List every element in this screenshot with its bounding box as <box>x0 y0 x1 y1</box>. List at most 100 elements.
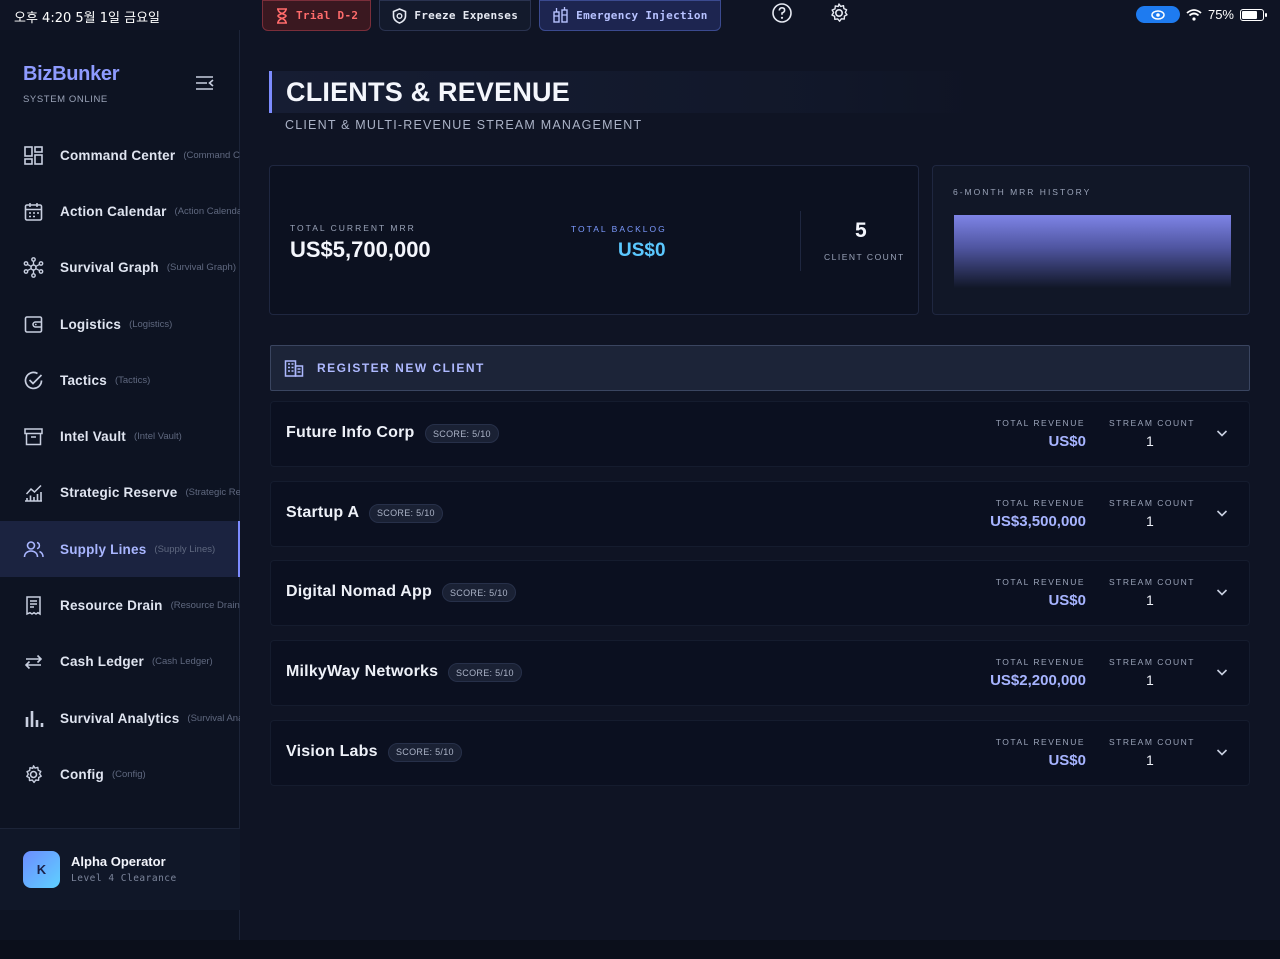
page-title-banner: CLIENTS & REVENUE <box>269 71 979 113</box>
building-icon <box>284 360 304 377</box>
emergency-label: Emergency Injection <box>576 9 708 22</box>
chevron-down-icon[interactable] <box>1215 426 1229 440</box>
chevron-down-icon[interactable] <box>1215 506 1229 520</box>
battery-percent: 75% <box>1207 7 1234 22</box>
client-row[interactable]: MilkyWay Networks SCORE: 5/10 TOTAL REVENU… <box>270 640 1250 707</box>
client-score-badge: SCORE: 5/10 <box>425 424 499 443</box>
sidebar-item-intel-vault[interactable]: Intel Vault (Intel Vault) <box>0 408 240 464</box>
sidebar-item-sublabel: (Config) <box>111 768 146 780</box>
stream-count-label: STREAM COUNT <box>1109 736 1195 747</box>
shield-icon <box>393 7 407 24</box>
stream-count-label: STREAM COUNT <box>1109 577 1195 588</box>
sidebar-item-label: Supply Lines <box>60 541 147 557</box>
mrr-history-area <box>954 215 1231 288</box>
chevron-down-icon[interactable] <box>1215 665 1229 679</box>
backlog-value: US$0 <box>618 240 666 261</box>
total-revenue-label: TOTAL REVENUE <box>995 418 1085 428</box>
sidebar-item-config[interactable]: Config (Config) <box>0 746 240 802</box>
client-list: Future Info Corp SCORE: 5/10 TOTAL REVENUE… <box>270 401 1250 799</box>
sidebar-item-cash-ledger[interactable]: Cash Ledger (Cash Ledger) <box>0 634 240 690</box>
sidebar-item-strategic-reserve[interactable]: Strategic Reserve (Strategic Reserve) <box>0 465 240 521</box>
total-revenue-value: US$3,500,000 <box>990 512 1086 530</box>
sidebar-item-sublabel: (Action Calendar) <box>174 205 240 217</box>
bar-chart-icon <box>25 710 44 727</box>
client-row[interactable]: Future Info Corp SCORE: 5/10 TOTAL REVENUE… <box>270 401 1250 467</box>
users-icon <box>23 540 44 557</box>
brand-logo[interactable]: BizBunker <box>23 63 120 86</box>
stat-divider <box>800 211 801 271</box>
total-revenue-value: US$0 <box>1048 592 1086 610</box>
sidebar-item-supply-lines[interactable]: Supply Lines (Supply Lines) <box>0 521 240 578</box>
wallet-icon <box>24 315 43 333</box>
sidebar-item-sublabel: (Logistics) <box>129 318 173 330</box>
register-label: REGISTER NEW CLIENT <box>317 361 485 375</box>
bottom-bar <box>0 940 1280 959</box>
freeze-expenses-button[interactable]: Freeze Expenses <box>379 0 532 31</box>
sidebar-item-label: Cash Ledger <box>60 654 144 670</box>
collapse-sidebar-icon[interactable] <box>195 75 215 91</box>
top-actions: Trial D-2 Freeze Expenses Emergency Inje… <box>262 0 721 31</box>
sidebar-item-label: Command Center <box>60 147 176 163</box>
sidebar-item-label: Config <box>60 766 104 782</box>
status-time: 오후 4:20 5월 1일 금요일 <box>14 11 160 26</box>
user-clearance: Level 4 Clearance <box>71 873 177 884</box>
emergency-injection-button[interactable]: Emergency Injection <box>539 0 721 31</box>
client-name: Startup A <box>286 503 360 521</box>
sidebar-item-sublabel: (Command Center) <box>183 149 240 161</box>
help-icon[interactable] <box>771 2 793 24</box>
system-status: SYSTEM ONLINE <box>23 94 108 105</box>
sidebar-item-label: Tactics <box>60 372 107 388</box>
client-row[interactable]: Vision Labs SCORE: 5/10 TOTAL REVENUE US$0 S… <box>270 719 1250 786</box>
mrr-label: TOTAL CURRENT MRR <box>290 223 416 233</box>
battery-icon <box>1240 8 1267 21</box>
sidebar-item-sublabel: (Supply Lines) <box>154 543 216 555</box>
chevron-down-icon[interactable] <box>1215 585 1229 599</box>
sidebar-item-sublabel: (Survival Graph) <box>166 262 237 274</box>
stream-count-value: 1 <box>1146 751 1154 768</box>
stream-count-label: STREAM COUNT <box>1109 657 1195 668</box>
sidebar-item-resource-drain[interactable]: Resource Drain (Resource Drain) <box>0 577 240 633</box>
freeze-label: Freeze Expenses <box>414 9 519 22</box>
client-score-badge: SCORE: 5/10 <box>448 663 522 683</box>
gear-icon <box>26 765 42 784</box>
sidebar-item-sublabel: (Intel Vault) <box>133 431 182 443</box>
sidebar-item-label: Strategic Reserve <box>60 485 178 501</box>
total-revenue-label: TOTAL REVENUE <box>995 736 1085 747</box>
chevron-down-icon[interactable] <box>1215 745 1229 759</box>
stream-count-value: 1 <box>1146 592 1154 609</box>
sidebar-item-label: Logistics <box>60 316 122 332</box>
client-name: Digital Nomad App <box>286 583 432 601</box>
client-row[interactable]: Startup A SCORE: 5/10 TOTAL REVENUE US$3,50… <box>270 480 1250 547</box>
receipt-icon <box>26 596 41 616</box>
sidebar-item-label: Resource Drain <box>60 598 163 614</box>
sidebar-item-sublabel: (Strategic Reserve) <box>185 487 240 499</box>
user-profile[interactable]: K Alpha Operator Level 4 Clearance <box>0 828 240 910</box>
total-revenue-value: US$2,200,000 <box>990 672 1086 690</box>
register-client-button[interactable]: REGISTER NEW CLIENT <box>270 345 1250 391</box>
chart-icon <box>25 485 42 503</box>
client-row[interactable]: Digital Nomad App SCORE: 5/10 TOTAL REVENU… <box>270 560 1250 627</box>
mrr-value: US$5,700,000 <box>290 237 431 262</box>
transfer-icon <box>24 655 43 670</box>
sidebar-item-logistics[interactable]: Logistics (Logistics) <box>0 296 240 352</box>
stream-count-value: 1 <box>1146 433 1154 449</box>
sidebar-item-sublabel: (Resource Drain) <box>170 600 240 612</box>
sidebar-item-label: Survival Graph <box>60 260 159 276</box>
client-count-value: 5 <box>855 219 867 242</box>
client-score-badge: SCORE: 5/10 <box>388 742 462 762</box>
trial-button[interactable]: Trial D-2 <box>262 0 372 31</box>
sidebar-item-command-center[interactable]: Command Center (Command Center) <box>0 127 240 183</box>
hourglass-icon <box>277 7 287 24</box>
mrr-history-card: 6-MONTH MRR HISTORY <box>932 165 1250 315</box>
user-name: Alpha Operator <box>71 854 166 869</box>
sidebar-item-sublabel: (Survival Analytics) <box>187 712 240 724</box>
sidebar-item-label: Intel Vault <box>60 429 126 445</box>
sidebar-item-survival-analytics[interactable]: Survival Analytics (Survival Analytics) <box>0 690 240 746</box>
sidebar-item-action-calendar[interactable]: Action Calendar (Action Calendar) <box>0 183 240 239</box>
sidebar-item-tactics[interactable]: Tactics (Tactics) <box>0 352 240 408</box>
sidebar-item-survival-graph[interactable]: Survival Graph (Survival Graph) <box>0 240 240 296</box>
total-revenue-value: US$0 <box>1048 751 1086 769</box>
client-name: MilkyWay Networks <box>286 663 439 681</box>
client-name: Vision Labs <box>286 742 378 760</box>
settings-icon[interactable] <box>828 2 850 24</box>
